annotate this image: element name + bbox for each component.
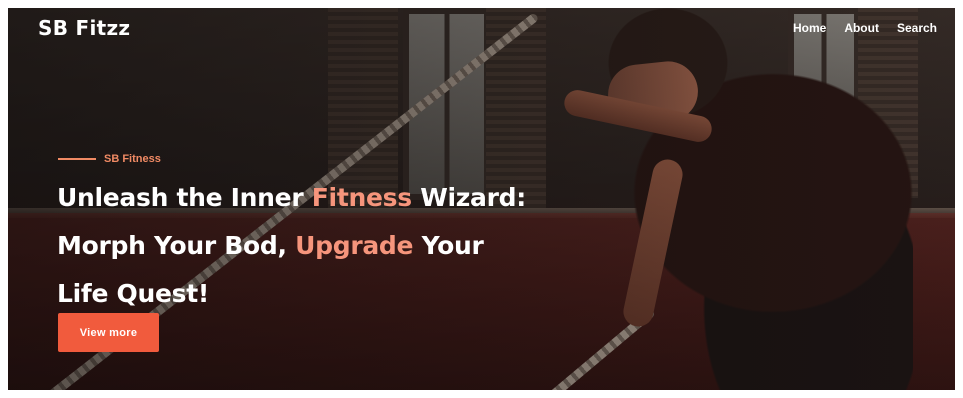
main-nav: Home About Search [793,21,937,35]
nav-item-about[interactable]: About [844,21,879,35]
headline-text: Life Quest! [57,279,209,308]
nav-item-home[interactable]: Home [793,21,826,35]
hero-eyebrow: SB Fitness [58,153,161,165]
headline-accent-fitness: Fitness [311,183,412,212]
hero-section: SB Fitzz Home About Search SB Fitness Un… [8,8,955,390]
eyebrow-divider-line [58,158,96,160]
view-more-button[interactable]: View more [58,313,159,352]
eyebrow-label: SB Fitness [104,153,161,165]
headline-accent-upgrade: Upgrade [295,231,414,260]
hero-headline: Unleash the Inner Fitness Wizard: Morph Y… [57,174,577,318]
site-header: SB Fitzz Home About Search [8,8,955,48]
headline-text: Your [413,231,484,260]
brand-logo[interactable]: SB Fitzz [38,16,130,40]
headline-text: Wizard: [411,183,526,212]
nav-item-search[interactable]: Search [897,21,937,35]
headline-text: Morph Your Bod, [57,231,296,260]
headline-text: Unleash the Inner [57,183,312,212]
